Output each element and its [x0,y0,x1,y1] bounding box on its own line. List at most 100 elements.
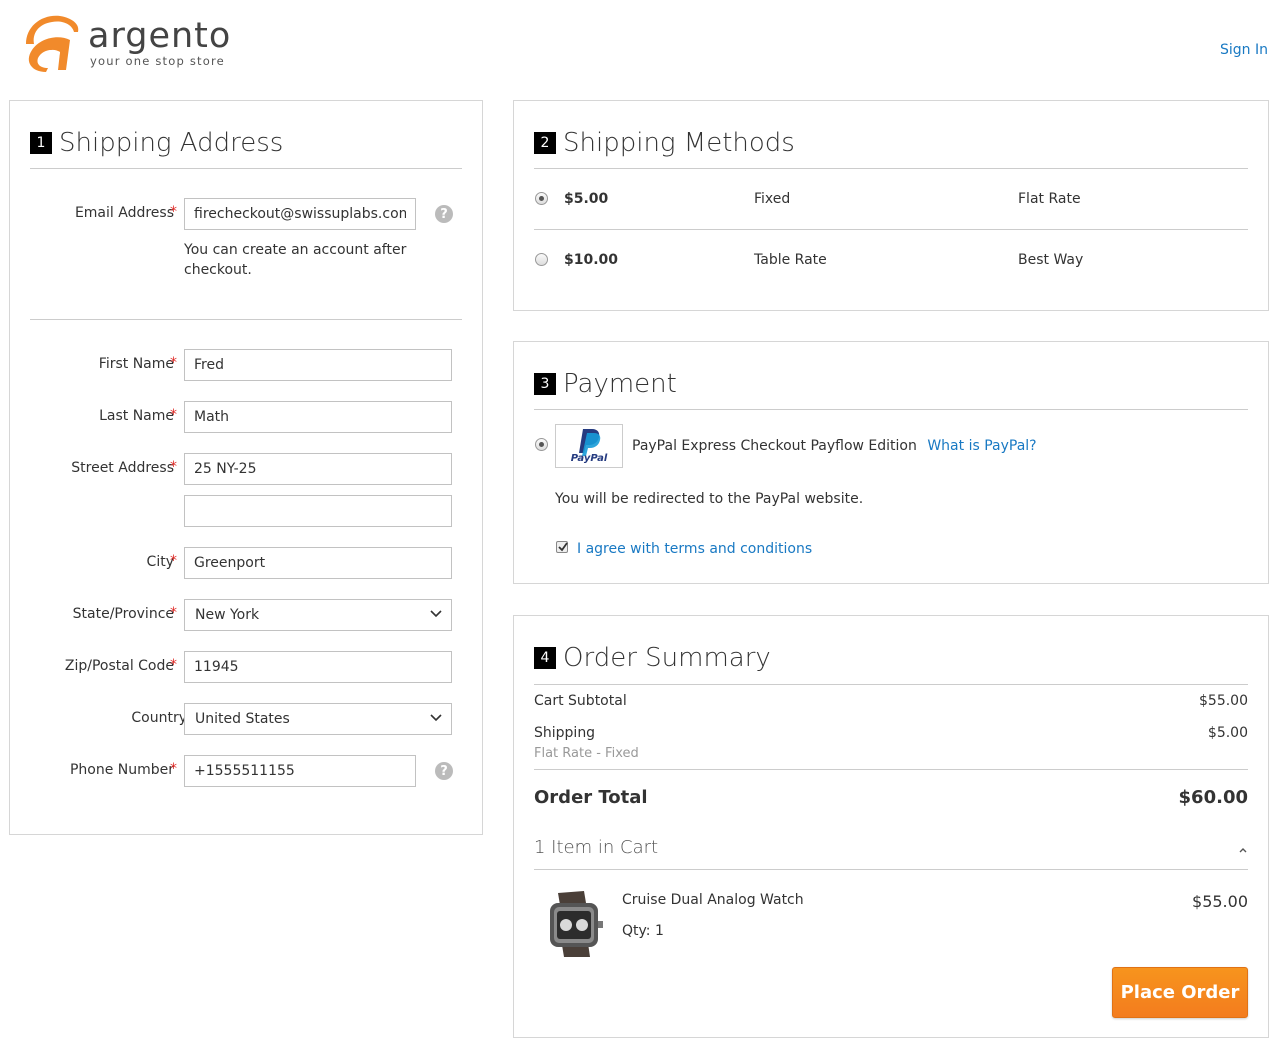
shipping-value: $5.00 [1207,725,1248,741]
state-row: State/Province * New York [10,599,480,631]
state-select[interactable]: New York [184,599,452,631]
payment-heading: 3 Payment [534,369,677,399]
place-order-button[interactable]: Place Order [1112,967,1248,1018]
divider [534,769,1248,770]
required-mark: * [170,407,177,423]
street-label: Street Address [71,460,174,476]
country-select[interactable]: United States [184,703,452,735]
logo-mark-icon [26,15,79,72]
email-field[interactable] [184,198,416,230]
cart-item: Cruise Dual Analog Watch Qty: 1 $55.00 [534,881,1248,961]
divider [534,409,1248,410]
chevron-up-icon [1239,848,1247,853]
watch-thumbnail-image [550,891,603,957]
street-row: Street Address * [10,453,480,485]
shipping-option-carrier: Best Way [1018,252,1084,268]
order-total-row: Order Total $60.00 [534,787,1248,808]
country-selected-value: United States [195,711,290,727]
logo-tagline: your one stop store [90,54,225,68]
items-in-cart-toggle[interactable]: 1 Item in Cart [534,837,1248,858]
phone-label: Phone Number [69,762,174,778]
shipping-option-radio[interactable] [535,192,548,205]
shipping-method-detail: Flat Rate - Fixed [534,746,639,761]
step-number: 4 [534,647,556,669]
shipping-option-price: $5.00 [564,191,609,207]
payment-method-label: PayPal Express Checkout Payflow Edition … [632,438,1037,454]
order-total-label: Order Total [534,787,648,808]
shipping-methods-panel: 2 Shipping Methods $5.00 Fixed Flat Rate… [513,100,1269,311]
shipping-option-row[interactable]: $5.00 Fixed Flat Rate [514,181,1268,221]
required-mark: * [170,204,177,220]
payment-panel: 3 Payment PayPal PayPal Express Checkout… [513,341,1269,584]
items-in-cart-label: 1 Item in Cart [534,837,659,858]
step-number: 3 [534,373,556,395]
cart-item-name: Cruise Dual Analog Watch [622,892,804,908]
required-mark: * [170,761,177,777]
subtotal-row: Cart Subtotal $55.00 [534,693,1248,709]
required-mark: * [170,553,177,569]
shipping-option-method: Fixed [754,191,791,207]
order-summary-panel: 4 Order Summary Cart Subtotal $55.00 Shi… [513,615,1269,1038]
zip-field[interactable] [184,651,452,683]
divider [30,319,462,320]
shipping-option-method: Table Rate [754,252,827,268]
required-mark: * [170,657,177,673]
shipping-option-price: $10.00 [564,252,619,268]
terms-link[interactable]: I agree with terms and conditions [577,541,812,557]
shipping-label: Shipping [534,725,596,741]
help-icon[interactable]: ? [435,205,453,223]
paypal-logo: PayPal [555,424,623,468]
phone-row: Phone Number * ? [10,755,480,787]
section-title: Order Summary [563,643,771,673]
cart-item-price: $55.00 [1192,892,1248,911]
sign-in-link[interactable]: Sign In [1220,42,1268,58]
payment-method-name: PayPal Express Checkout Payflow Edition [632,438,917,454]
state-label: State/Province [72,606,174,622]
checkmark-icon [558,542,568,552]
street-line1-field[interactable] [184,453,452,485]
email-label: Email Address [74,205,174,221]
divider [534,869,1248,870]
subtotal-label: Cart Subtotal [534,693,627,709]
section-title: Shipping Address [59,128,284,158]
what-is-paypal-link[interactable]: What is PayPal? [927,438,1036,454]
divider [534,229,1248,230]
zip-label: Zip/Postal Code [64,658,174,674]
last-name-field[interactable] [184,401,452,433]
country-label: Country [131,710,187,726]
shipping-address-heading: 1 Shipping Address [30,128,283,158]
first-name-row: First Name * [10,349,480,381]
shipping-option-row[interactable]: $10.00 Table Rate Best Way [514,242,1268,282]
redirect-note: You will be redirected to the PayPal web… [555,491,864,507]
last-name-label: Last Name [99,408,174,424]
required-mark: * [170,459,177,475]
chevron-down-icon [430,714,442,722]
email-row: Email Address * ? [10,198,480,230]
chevron-down-icon [430,610,442,618]
shipping-methods-heading: 2 Shipping Methods [534,128,795,158]
order-total-value: $60.00 [1178,787,1248,808]
section-title: Shipping Methods [563,128,795,158]
divider [30,168,462,169]
first-name-field[interactable] [184,349,452,381]
order-summary-heading: 4 Order Summary [534,643,771,673]
step-number: 2 [534,132,556,154]
help-icon[interactable]: ? [435,762,453,780]
city-field[interactable] [184,547,452,579]
required-mark: * [170,605,177,621]
terms-checkbox[interactable] [556,541,568,553]
street-line2-row [10,495,480,527]
country-row: Country United States [10,703,480,735]
store-logo[interactable]: argento your one stop store [18,10,230,76]
first-name-label: First Name [98,356,174,372]
phone-field[interactable] [184,755,416,787]
street-line2-field[interactable] [184,495,452,527]
shipping-row: Shipping $5.00 [534,725,1248,741]
last-name-row: Last Name * [10,401,480,433]
payment-method-radio[interactable] [535,438,548,451]
section-title: Payment [563,369,677,399]
account-note: You can create an account after checkout… [184,242,407,278]
shipping-option-radio[interactable] [535,253,548,266]
paypal-logo-text: PayPal [570,453,608,464]
required-mark: * [170,355,177,371]
